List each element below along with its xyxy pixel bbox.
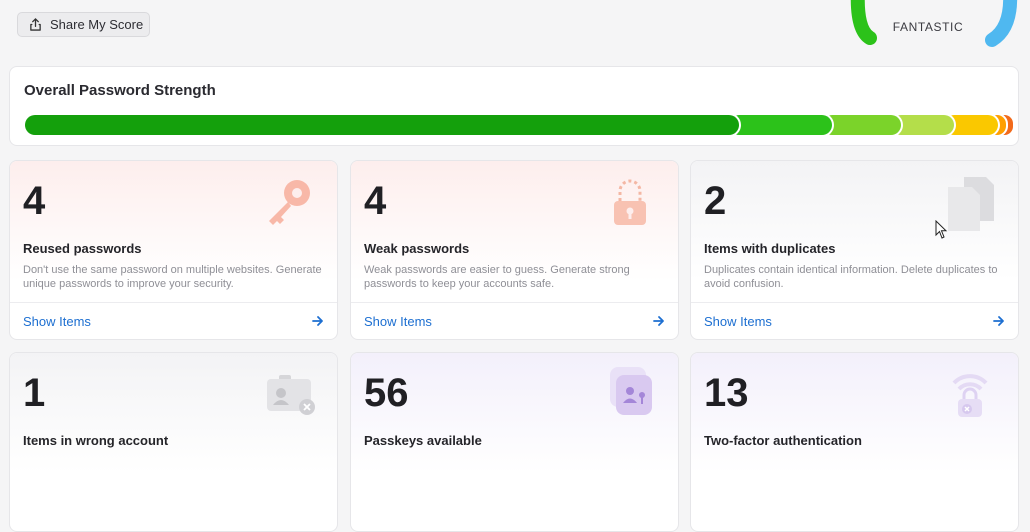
arrow-right-icon[interactable] [992,314,1006,328]
duplicates-card: 2 Items with duplicates Duplicates conta… [690,160,1019,340]
wifi-lock-icon [952,374,988,417]
arrow-right-icon[interactable] [311,314,325,328]
wrong-account-count: 1 [23,371,46,415]
duplicates-count: 2 [704,179,727,223]
duplicates-description: Duplicates contain identical information… [704,264,998,290]
share-icon [30,18,41,31]
wrong-account-card: 1 Items in wrong account [9,352,338,532]
weak-description: Weak passwords are easier to guess. Gene… [364,264,630,290]
share-score-button[interactable]: Share My Score [17,12,150,37]
key-icon [269,180,310,225]
id-card-icon [267,375,315,415]
overall-strength-card: Overall Password Strength [9,66,1019,146]
weak-count: 4 [364,179,387,223]
duplicates-show-items-link[interactable]: Show Items [704,314,772,329]
reused-description: Don't use the same password on multiple … [23,264,322,290]
score-rating: FANTASTIC [892,20,964,34]
arrow-right-icon[interactable] [652,314,666,328]
passkey-icon [610,367,652,415]
two-factor-card: 13 Two-factor authentication [690,352,1019,532]
weak-passwords-card: 4 Weak passwords Weak passwords are easi… [350,160,679,340]
strength-segment [729,115,833,135]
padlock-icon [614,179,646,225]
passkeys-title: Passkeys available [364,433,482,448]
strength-segment [25,115,740,135]
weak-show-items-link[interactable]: Show Items [364,314,432,329]
two-factor-count: 13 [704,371,749,415]
duplicates-title: Items with duplicates [704,241,836,256]
reused-count: 4 [23,179,46,223]
mouse-cursor-icon [935,220,948,239]
reused-title: Reused passwords [23,241,142,256]
score-gauge: 1002 FANTASTIC [840,0,1020,50]
reused-show-items-link[interactable]: Show Items [23,314,91,329]
strength-title: Overall Password Strength [24,82,216,99]
score-value: 1002 [882,0,986,9]
passkeys-count: 56 [364,371,409,415]
strength-segment [822,115,901,135]
passkeys-card: 56 Passkeys available [350,352,679,532]
wrong-account-title: Items in wrong account [23,433,169,448]
strength-bar [25,115,1013,135]
reused-passwords-card: 4 Reused passwords Don't use the same pa… [9,160,338,340]
share-score-label: Share My Score [50,17,144,32]
two-factor-title: Two-factor authentication [704,433,862,448]
weak-title: Weak passwords [364,241,470,256]
duplicate-docs-icon [948,177,994,231]
